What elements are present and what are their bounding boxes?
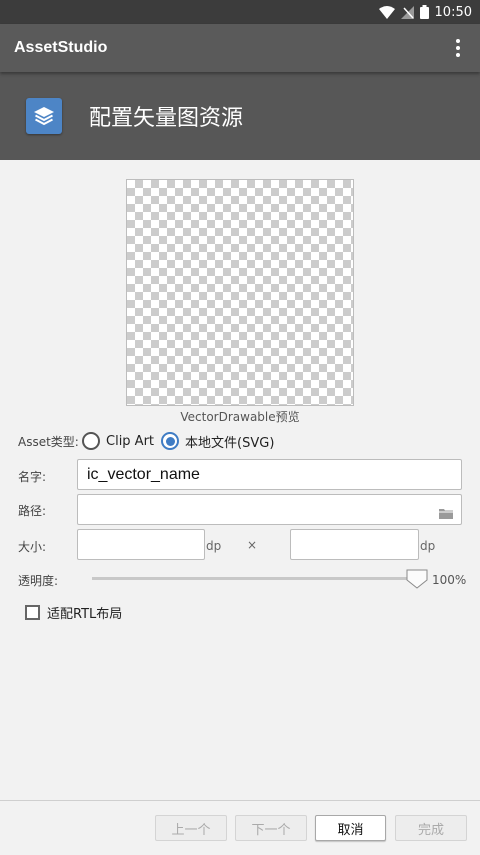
opacity-value: 100% [432,573,467,587]
radio-clip-art[interactable] [82,432,100,450]
path-label: 路径: [18,504,47,518]
app-bar: AssetStudio [0,24,480,72]
radio-local-svg[interactable] [161,432,180,450]
rtl-checkbox-row[interactable]: 适配RTL布局 [25,603,122,622]
asset-type-label: Asset类型: [18,435,79,449]
height-input[interactable] [291,530,418,559]
wifi-icon [378,5,395,19]
prev-button[interactable]: 上一个 [155,815,227,841]
height-unit: dp [420,539,436,553]
radio-local-svg-label[interactable]: 本地文件(SVG) [185,432,274,451]
opacity-slider-thumb[interactable] [406,569,428,593]
finish-button[interactable]: 完成 [395,815,467,841]
name-label: 名字: [18,470,47,484]
preview-caption: VectorDrawable预览 [180,410,300,424]
rtl-checkbox[interactable] [25,605,40,620]
asset-type-radio-group: Clip Art 本地文件(SVG) [82,431,281,451]
path-input[interactable] [78,495,461,524]
width-input[interactable] [78,530,204,559]
name-input[interactable] [78,460,461,489]
path-field-box [77,494,462,525]
rtl-checkbox-label[interactable]: 适配RTL布局 [47,603,122,622]
cancel-button[interactable]: 取消 [315,815,386,841]
size-label: 大小: [18,540,47,554]
status-time: 10:50 [434,4,472,20]
more-vert-icon[interactable] [448,34,468,62]
width-field-box [77,529,205,560]
size-separator: × [247,538,258,552]
layers-icon [26,98,62,134]
app-title: AssetStudio [14,39,108,56]
folder-icon[interactable] [439,504,453,523]
no-signal-icon [400,5,414,19]
battery-icon [419,5,429,19]
status-bar: 10:50 [0,0,480,24]
height-field-box [290,529,419,560]
width-unit: dp [206,539,222,553]
radio-clip-art-label[interactable]: Clip Art [106,434,154,449]
opacity-slider-track[interactable] [92,577,418,580]
page-header: 配置矢量图资源 [0,72,480,160]
next-button[interactable]: 下一个 [235,815,307,841]
name-field-box [77,459,462,490]
vector-preview [126,179,354,406]
opacity-label: 透明度: [18,574,59,588]
page-title: 配置矢量图资源 [89,106,244,131]
